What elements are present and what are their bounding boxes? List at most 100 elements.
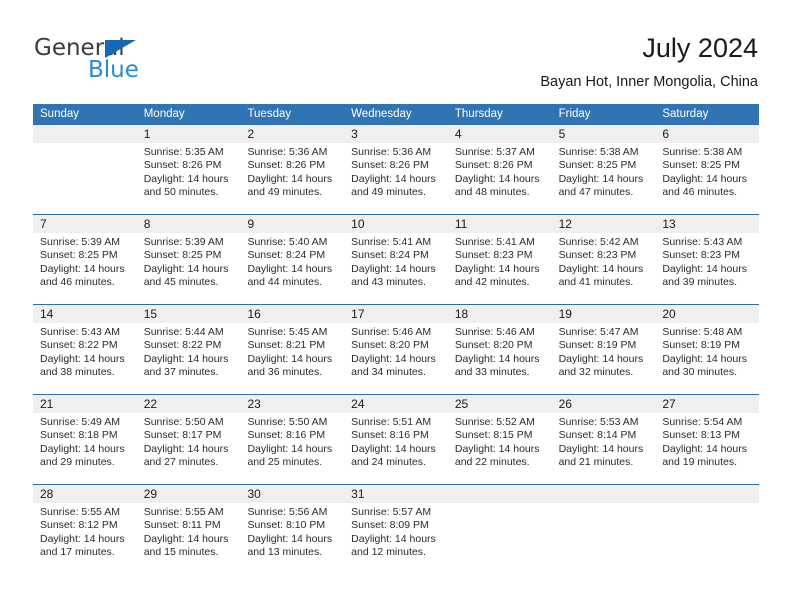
day-number[interactable]: 28 <box>33 485 137 503</box>
week-date-numbers: 123456 <box>33 125 759 143</box>
day-cell[interactable]: Sunrise: 5:41 AM Sunset: 8:23 PM Daylight:… <box>448 233 552 304</box>
day-number[interactable]: 3 <box>344 125 448 143</box>
day-cell[interactable]: Sunrise: 5:42 AM Sunset: 8:23 PM Daylight:… <box>552 233 656 304</box>
day-cell[interactable]: Sunrise: 5:51 AM Sunset: 8:16 PM Daylight:… <box>344 413 448 484</box>
day-number[interactable]: 21 <box>33 395 137 413</box>
day-daylight-line1-text: Daylight: 14 hours <box>247 532 333 545</box>
day-number[interactable]: 20 <box>655 305 759 323</box>
day-sunrise-text: Sunrise: 5:39 AM <box>40 236 120 248</box>
day-daylight-line1-text: Daylight: 14 hours <box>143 352 229 365</box>
day-number[interactable]: 22 <box>137 395 241 413</box>
weekday-header-row: Sunday Monday Tuesday Wednesday Thursday Frid… <box>33 104 759 125</box>
day-daylight-line1-text: Daylight: 14 hours <box>454 262 540 275</box>
day-number[interactable]: 19 <box>552 305 656 323</box>
day-sunrise-text: Sunrise: 5:56 AM <box>247 506 328 518</box>
day-number[interactable]: 8 <box>137 215 241 233</box>
day-number[interactable]: 18 <box>448 305 552 323</box>
day-daylight-line1-text: Daylight: 14 hours <box>454 442 540 455</box>
day-cell[interactable]: Sunrise: 5:50 AM Sunset: 8:16 PM Daylight:… <box>240 413 344 484</box>
day-cell[interactable]: Sunrise: 5:38 AM Sunset: 8:25 PM Daylight:… <box>552 143 656 214</box>
day-cell[interactable]: Sunrise: 5:40 AM Sunset: 8:24 PM Daylight:… <box>240 233 344 304</box>
day-cell[interactable]: Sunrise: 5:49 AM Sunset: 8:18 PM Daylight:… <box>33 413 137 484</box>
day-number[interactable]: 11 <box>448 215 552 233</box>
day-cell[interactable]: Sunrise: 5:56 AM Sunset: 8:10 PM Daylight:… <box>240 503 344 574</box>
day-cell[interactable]: Sunrise: 5:38 AM Sunset: 8:25 PM Daylight:… <box>655 143 759 214</box>
day-number[interactable]: 10 <box>344 215 448 233</box>
day-sunrise-text: Sunrise: 5:52 AM <box>454 416 535 428</box>
day-cell[interactable]: Sunrise: 5:46 AM Sunset: 8:20 PM Daylight:… <box>448 323 552 394</box>
day-sunset-text: Sunset: 8:16 PM <box>351 429 429 442</box>
day-number[interactable]: 24 <box>344 395 448 413</box>
day-cell[interactable]: Sunrise: 5:36 AM Sunset: 8:26 PM Daylight:… <box>344 143 448 214</box>
day-number[interactable]: 26 <box>552 395 656 413</box>
day-sunset-text: Sunset: 8:10 PM <box>247 519 326 532</box>
day-daylight-line1-text: Daylight: 14 hours <box>454 172 540 185</box>
day-sunrise-text: Sunrise: 5:47 AM <box>558 326 639 338</box>
calendar-week-row: 7 8 9 10 11 12 13 Sunrise: 5:39 AM Sunset: 8:25 … <box>33 214 759 304</box>
day-sunset-text: Sunset: 8:23 PM <box>454 249 533 262</box>
day-daylight-line2-text: and 41 minutes. <box>558 276 634 289</box>
day-number[interactable]: 4 <box>448 125 552 143</box>
day-daylight-line2-text: and 37 minutes. <box>143 366 219 379</box>
day-cell[interactable]: Sunrise: 5:39 AM Sunset: 8:25 PM Daylight:… <box>137 233 241 304</box>
day-cell[interactable]: Sunrise: 5:46 AM Sunset: 8:20 PM Daylight:… <box>344 323 448 394</box>
day-number[interactable]: 7 <box>33 215 137 233</box>
day-sunrise-text: Sunrise: 5:55 AM <box>40 506 120 518</box>
day-cell[interactable]: Sunrise: 5:54 AM Sunset: 8:13 PM Daylight:… <box>655 413 759 484</box>
day-number[interactable]: 13 <box>655 215 759 233</box>
page-header: General Blue July 2024 Bayan Hot, Inner … <box>0 0 792 100</box>
day-daylight-line1-text: Daylight: 14 hours <box>351 442 436 455</box>
day-cell[interactable]: Sunrise: 5:41 AM Sunset: 8:24 PM Daylight:… <box>344 233 448 304</box>
day-number[interactable]: 17 <box>344 305 448 323</box>
day-cell[interactable]: Sunrise: 5:39 AM Sunset: 8:25 PM Daylight:… <box>33 233 137 304</box>
day-cell[interactable]: Sunrise: 5:55 AM Sunset: 8:12 PM Daylight:… <box>33 503 137 574</box>
day-number[interactable]: 25 <box>448 395 552 413</box>
day-number[interactable]: 29 <box>137 485 241 503</box>
day-number[interactable]: 14 <box>33 305 137 323</box>
week-day-details: Sunrise: 5:35 AM Sunset: 8:26 PM Daylight:… <box>33 143 759 214</box>
day-number[interactable]: 5 <box>552 125 656 143</box>
day-daylight-line2-text: and 13 minutes. <box>247 546 323 559</box>
day-cell[interactable]: Sunrise: 5:48 AM Sunset: 8:19 PM Daylight:… <box>655 323 759 394</box>
day-cell[interactable]: Sunrise: 5:43 AM Sunset: 8:23 PM Daylight:… <box>655 233 759 304</box>
day-cell[interactable]: Sunrise: 5:53 AM Sunset: 8:14 PM Daylight:… <box>552 413 656 484</box>
day-cell[interactable]: Sunrise: 5:36 AM Sunset: 8:26 PM Daylight:… <box>240 143 344 214</box>
day-cell[interactable]: Sunrise: 5:43 AM Sunset: 8:22 PM Daylight:… <box>33 323 137 394</box>
day-sunrise-text: Sunrise: 5:36 AM <box>247 146 328 158</box>
day-daylight-line2-text: and 44 minutes. <box>247 276 323 289</box>
day-daylight-line1-text: Daylight: 14 hours <box>351 532 436 545</box>
day-number[interactable]: 9 <box>240 215 344 233</box>
day-cell[interactable]: Sunrise: 5:57 AM Sunset: 8:09 PM Daylight:… <box>344 503 448 574</box>
day-daylight-line2-text: and 47 minutes. <box>558 186 634 199</box>
day-sunrise-text: Sunrise: 5:51 AM <box>351 416 432 428</box>
day-cell[interactable]: Sunrise: 5:44 AM Sunset: 8:22 PM Daylight:… <box>137 323 241 394</box>
day-number[interactable]: 12 <box>552 215 656 233</box>
day-sunset-text: Sunset: 8:25 PM <box>40 249 118 262</box>
day-number[interactable]: 27 <box>655 395 759 413</box>
day-cell[interactable]: Sunrise: 5:35 AM Sunset: 8:26 PM Daylight:… <box>137 143 241 214</box>
day-number[interactable]: 6 <box>655 125 759 143</box>
day-sunrise-text: Sunrise: 5:53 AM <box>558 416 639 428</box>
day-cell[interactable]: Sunrise: 5:52 AM Sunset: 8:15 PM Daylight:… <box>448 413 552 484</box>
day-number[interactable]: 2 <box>240 125 344 143</box>
day-daylight-line1-text: Daylight: 14 hours <box>143 262 229 275</box>
day-number[interactable]: 30 <box>240 485 344 503</box>
day-sunset-text: Sunset: 8:26 PM <box>351 159 429 172</box>
day-cell[interactable]: Sunrise: 5:37 AM Sunset: 8:26 PM Daylight:… <box>448 143 552 214</box>
day-sunset-text: Sunset: 8:16 PM <box>247 429 326 442</box>
day-number[interactable]: 16 <box>240 305 344 323</box>
day-cell[interactable]: Sunrise: 5:55 AM Sunset: 8:11 PM Daylight:… <box>137 503 241 574</box>
day-number[interactable]: 1 <box>137 125 241 143</box>
day-cell[interactable]: Sunrise: 5:45 AM Sunset: 8:21 PM Daylight:… <box>240 323 344 394</box>
day-cell[interactable]: Sunrise: 5:47 AM Sunset: 8:19 PM Daylight:… <box>552 323 656 394</box>
day-number[interactable]: 31 <box>344 485 448 503</box>
day-cell[interactable]: Sunrise: 5:50 AM Sunset: 8:17 PM Daylight:… <box>137 413 241 484</box>
calendar-week-row: 21 22 23 24 25 26 27 Sunrise: 5:49 AM Sunset: 8:… <box>33 394 759 484</box>
week-day-details: Sunrise: 5:43 AM Sunset: 8:22 PM Daylight:… <box>33 323 759 394</box>
day-number[interactable]: 15 <box>137 305 241 323</box>
day-number[interactable]: 23 <box>240 395 344 413</box>
day-daylight-line1-text: Daylight: 14 hours <box>143 532 229 545</box>
day-daylight-line2-text: and 21 minutes. <box>558 456 634 469</box>
day-sunrise-text: Sunrise: 5:40 AM <box>247 236 328 248</box>
day-sunrise-text: Sunrise: 5:43 AM <box>662 236 743 248</box>
